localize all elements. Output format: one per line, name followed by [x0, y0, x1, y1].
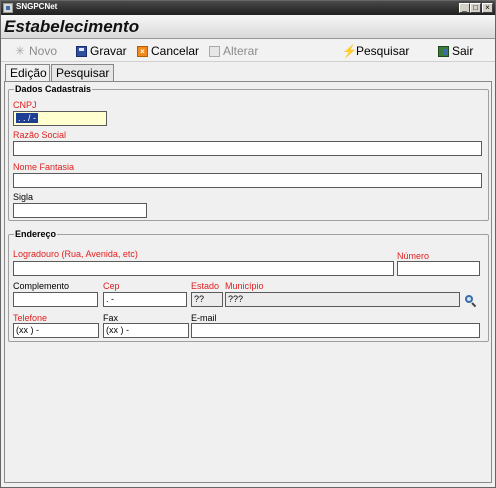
edit-icon: [209, 45, 220, 57]
save-icon: [76, 45, 87, 57]
endereco-group: Endereço Logradouro (Rua, Avenida, etc) …: [8, 229, 489, 342]
gravar-label: Gravar: [90, 44, 127, 58]
app-window: SNGPCNet _ □ × Estabelecimento ✳ Novo Gr…: [0, 0, 496, 488]
maximize-button[interactable]: □: [470, 3, 481, 13]
cnpj-label: CNPJ: [13, 100, 37, 110]
nome-fantasia-field[interactable]: [13, 173, 482, 188]
dados-cadastrais-group: Dados Cadastrais CNPJ . . / - Razão Soci…: [8, 84, 489, 221]
cancelar-button[interactable]: × Cancelar: [137, 43, 199, 59]
razao-social-label: Razão Social: [13, 130, 67, 140]
gravar-button[interactable]: Gravar: [76, 43, 127, 59]
alterar-button[interactable]: Alterar: [209, 43, 258, 59]
nome-fantasia-label: Nome Fantasia: [13, 162, 75, 172]
sair-button[interactable]: Sair: [438, 43, 473, 59]
numero-field[interactable]: [397, 261, 480, 276]
novo-label: Novo: [29, 44, 58, 58]
tab-pesquisar[interactable]: Pesquisar: [51, 64, 114, 81]
pesquisar-label: Pesquisar: [356, 44, 410, 58]
fax-field[interactable]: (xx ) -: [103, 323, 189, 338]
municipio-label: Município: [225, 281, 264, 291]
telefone-field[interactable]: (xx ) -: [13, 323, 99, 338]
cep-label: Cep: [103, 281, 120, 291]
estado-field[interactable]: ??: [191, 292, 223, 307]
cancelar-label: Cancelar: [151, 44, 200, 58]
cnpj-field[interactable]: . . / -: [13, 111, 107, 126]
page-title: Estabelecimento: [4, 17, 140, 36]
app-icon: [3, 3, 13, 13]
novo-button[interactable]: ✳ Novo: [15, 43, 57, 59]
municipio-field[interactable]: ???: [225, 292, 460, 307]
window-title: SNGPCNet: [16, 2, 58, 11]
complemento-field[interactable]: [13, 292, 98, 307]
tab-edicao[interactable]: Edição: [5, 64, 50, 82]
logradouro-label: Logradouro (Rua, Avenida, etc): [13, 249, 138, 259]
fax-label: Fax: [103, 313, 119, 323]
complemento-label: Complemento: [13, 281, 70, 291]
search-wand-icon: ⚡: [342, 43, 357, 58]
search-municipio-icon[interactable]: [465, 295, 477, 308]
sigla-field[interactable]: [13, 203, 147, 218]
alterar-label: Alterar: [223, 44, 259, 58]
telefone-label: Telefone: [13, 313, 48, 323]
minimize-button[interactable]: _: [459, 3, 470, 13]
email-label: E-mail: [191, 313, 217, 323]
pesquisar-button[interactable]: ⚡ Pesquisar: [342, 43, 409, 59]
endereco-title: Endereço: [14, 229, 58, 239]
new-icon: ✳: [15, 43, 26, 58]
numero-label: Número: [397, 251, 430, 261]
estado-label: Estado: [191, 281, 220, 291]
cep-field[interactable]: . -: [103, 292, 187, 307]
handle-shape: [471, 302, 477, 308]
dados-cadastrais-title: Dados Cadastrais: [14, 84, 93, 94]
exit-icon: [438, 45, 449, 57]
sigla-label: Sigla: [13, 192, 34, 202]
sair-label: Sair: [452, 44, 474, 58]
toolbar: ✳ Novo Gravar × Cancelar Alterar ⚡ Pesqu…: [1, 40, 495, 62]
edit-panel: Dados Cadastrais CNPJ . . / - Razão Soci…: [4, 81, 492, 483]
logradouro-field[interactable]: [13, 261, 394, 276]
close-button[interactable]: ×: [482, 3, 493, 13]
title-bar[interactable]: SNGPCNet _ □ ×: [1, 1, 495, 15]
razao-social-field[interactable]: [13, 141, 482, 156]
cancel-icon: ×: [137, 45, 148, 57]
cnpj-value: . . / -: [16, 113, 38, 123]
email-field[interactable]: [191, 323, 480, 338]
page-header: Estabelecimento: [1, 15, 495, 39]
